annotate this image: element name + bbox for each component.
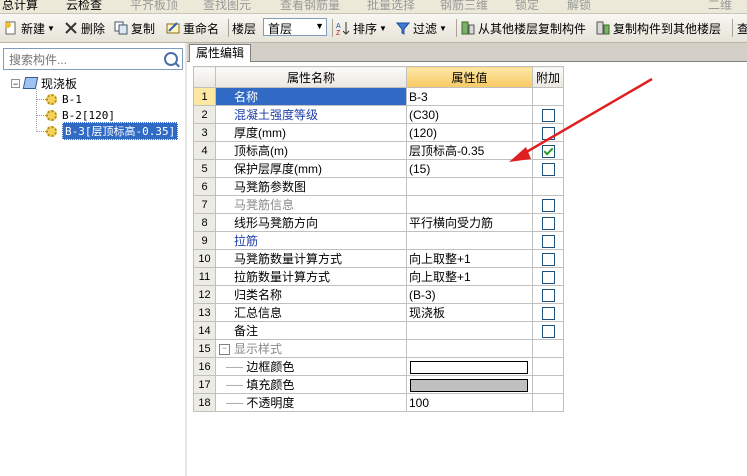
tab-property-edit[interactable]: 属性编辑: [189, 44, 252, 62]
sort-button[interactable]: AZ 排序 ▼: [336, 18, 387, 38]
new-icon: [4, 21, 18, 35]
toolbar-separator: [332, 19, 333, 37]
new-button[interactable]: 新建 ▼: [4, 18, 55, 38]
overflow-button[interactable]: 查: [737, 18, 747, 38]
cloud-check-button[interactable]: 云检查: [66, 0, 102, 13]
chevron-down-icon: ▼: [315, 21, 324, 31]
delete-label: 删除: [81, 21, 106, 36]
delete-button[interactable]: 删除: [64, 18, 105, 38]
toolbar-separator: [456, 19, 457, 37]
copy-button[interactable]: 复制: [114, 18, 155, 38]
component-icon: [46, 93, 57, 105]
batch-select-button[interactable]: 批量选择: [367, 0, 415, 13]
tree-root-row[interactable]: − 现浇板: [11, 75, 77, 91]
toolbar-separator: [228, 19, 229, 37]
arrow-shaft: [522, 77, 653, 156]
search-input[interactable]: [7, 50, 161, 70]
tree-item[interactable]: B-1: [46, 91, 82, 107]
tree-connector: [36, 89, 37, 132]
copy-to-floor-label: 复制构件到其他楼层: [613, 21, 722, 36]
tree-item-label: B-3[层顶标高-0.35]: [62, 122, 179, 140]
copy-from-floor-icon: [461, 21, 475, 35]
new-label: 新建: [21, 21, 46, 36]
new-dropdown-icon: ▼: [47, 23, 55, 33]
copy-to-floor-button[interactable]: 复制构件到其他楼层: [596, 18, 721, 38]
lock-button[interactable]: 锁定: [515, 0, 539, 13]
unlock-button[interactable]: 解锁: [567, 0, 591, 13]
tree-item[interactable]: B-2[120]: [46, 107, 115, 123]
view-2d-button[interactable]: 二维: [708, 0, 732, 13]
svg-text:Z: Z: [336, 30, 341, 35]
rebar-3d-button[interactable]: 钢筋三维: [440, 0, 488, 13]
tree-item-selected[interactable]: B-3[层顶标高-0.35]: [46, 122, 179, 140]
copy-from-floor-button[interactable]: 从其他楼层复制构件: [461, 18, 586, 38]
tree-root-label: 现浇板: [41, 76, 78, 91]
floor-select[interactable]: 首层 ▼: [263, 18, 327, 36]
collapse-icon[interactable]: −: [11, 78, 20, 88]
floor-label-text: 楼层: [232, 21, 257, 36]
component-icon: [46, 125, 57, 137]
overflow-label: 查: [737, 21, 747, 36]
sort-label: 排序: [353, 21, 378, 36]
slab-group-icon: [22, 77, 39, 89]
tree-item-label: B-2[120]: [62, 108, 115, 122]
arrow-head: [509, 147, 531, 162]
copy-from-floor-label: 从其他楼层复制构件: [478, 21, 587, 36]
copy-icon: [114, 21, 128, 35]
filter-dropdown-icon: ▼: [439, 23, 447, 33]
find-element-button[interactable]: 查找图元: [203, 0, 251, 13]
property-grid-area: 属性名称 属性值 附加 1 名称 B-3 2 混凝土强度等级 (C30) 3 厚…: [187, 62, 747, 476]
svg-text:A: A: [336, 23, 341, 30]
main-toolbar: 新建 ▼ 删除 复制 重命名 楼层 AZ 排序 ▼ 过滤 ▼ 从其他楼层复制构件 复制…: [0, 14, 747, 43]
search-icon[interactable]: [164, 52, 178, 66]
filter-label: 过滤: [413, 21, 438, 36]
delete-icon: [64, 21, 78, 35]
top-toolbar-strip: 总计算 云检查 平齐板顶 查找图元 查看钢筋量 批量选择 钢筋三维 锁定 解锁 …: [0, 0, 747, 14]
calculate-all-button[interactable]: 总计算: [2, 0, 38, 13]
sort-dropdown-icon: ▼: [379, 23, 387, 33]
align-top-button[interactable]: 平齐板顶: [130, 0, 178, 13]
filter-button[interactable]: 过滤 ▼: [395, 18, 447, 38]
rename-icon: [166, 21, 180, 35]
search-box[interactable]: [3, 48, 183, 70]
copy-label: 复制: [131, 21, 156, 36]
annotation-arrow: [509, 77, 653, 162]
tree-item-label: B-1: [62, 92, 82, 106]
tree-connector: [36, 131, 46, 132]
view-rebar-button[interactable]: 查看钢筋量: [280, 0, 340, 13]
copy-to-floor-icon: [596, 21, 610, 35]
floor-select-value: 首层: [268, 22, 293, 36]
filter-icon: [395, 21, 411, 35]
rename-button[interactable]: 重命名: [166, 18, 219, 38]
toolbar-separator: [732, 19, 733, 37]
tree-connector: [36, 115, 46, 116]
component-icon: [46, 109, 57, 121]
tree-connector: [36, 99, 46, 100]
sort-icon: AZ: [336, 21, 350, 37]
property-tabbar: 属性编辑: [187, 43, 747, 62]
rename-label: 重命名: [183, 21, 220, 36]
component-tree-panel: − 现浇板 B-1 B-2[120] B-3[层顶标高-0.35]: [0, 43, 186, 476]
floor-label: 楼层: [232, 18, 256, 38]
